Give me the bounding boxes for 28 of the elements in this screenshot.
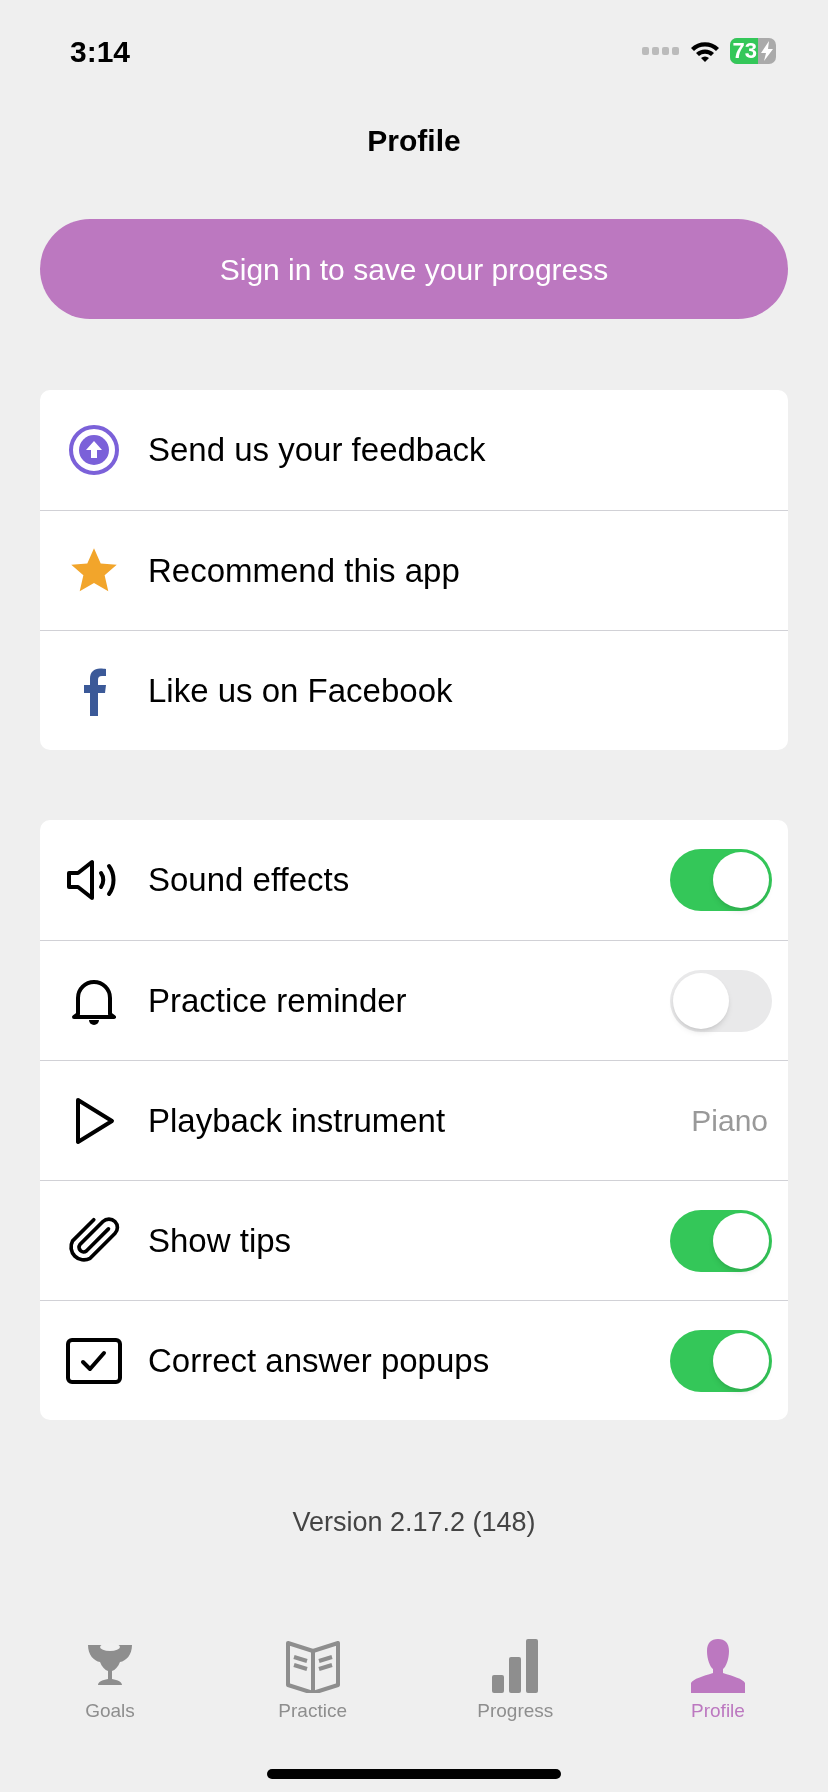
setting-value[interactable]: Piano [691,1098,772,1143]
link-row[interactable]: Send us your feedback [40,390,788,510]
bolt-icon [760,41,774,61]
link-label: Like us on Facebook [148,670,453,711]
sign-in-button[interactable]: Sign in to save your progress [40,219,788,319]
setting-label: Practice reminder [148,980,408,1021]
tab-item[interactable]: Progress [445,1634,586,1725]
tab-item[interactable]: Profile [647,1634,788,1725]
link-label: Send us your feedback [148,430,486,471]
setting-label: Sound effects [148,860,351,901]
page-title: Profile [367,122,461,159]
setting-label: Show tips [148,1220,293,1261]
setting-label: Correct answer popups [148,1340,491,1381]
tab-item[interactable]: Practice [242,1634,383,1725]
bar-chart-icon [490,1636,541,1693]
link-label: Recommend this app [148,550,460,591]
person-icon [688,1636,747,1693]
upload-icon [68,424,120,476]
battery-indicator: 73 [729,38,776,64]
status-time: 3:14 [70,33,131,70]
link-row[interactable]: Like us on Facebook [40,630,788,750]
setting-label: Playback instrument [148,1100,447,1141]
version-text: Version 2.17.2 (148) [292,1506,536,1539]
tab-item[interactable]: Goals [40,1634,180,1725]
wifi-icon [689,40,720,62]
signal-icon [641,46,680,56]
link-row[interactable]: Recommend this app [40,510,788,630]
checkbox-icon [66,1337,122,1384]
